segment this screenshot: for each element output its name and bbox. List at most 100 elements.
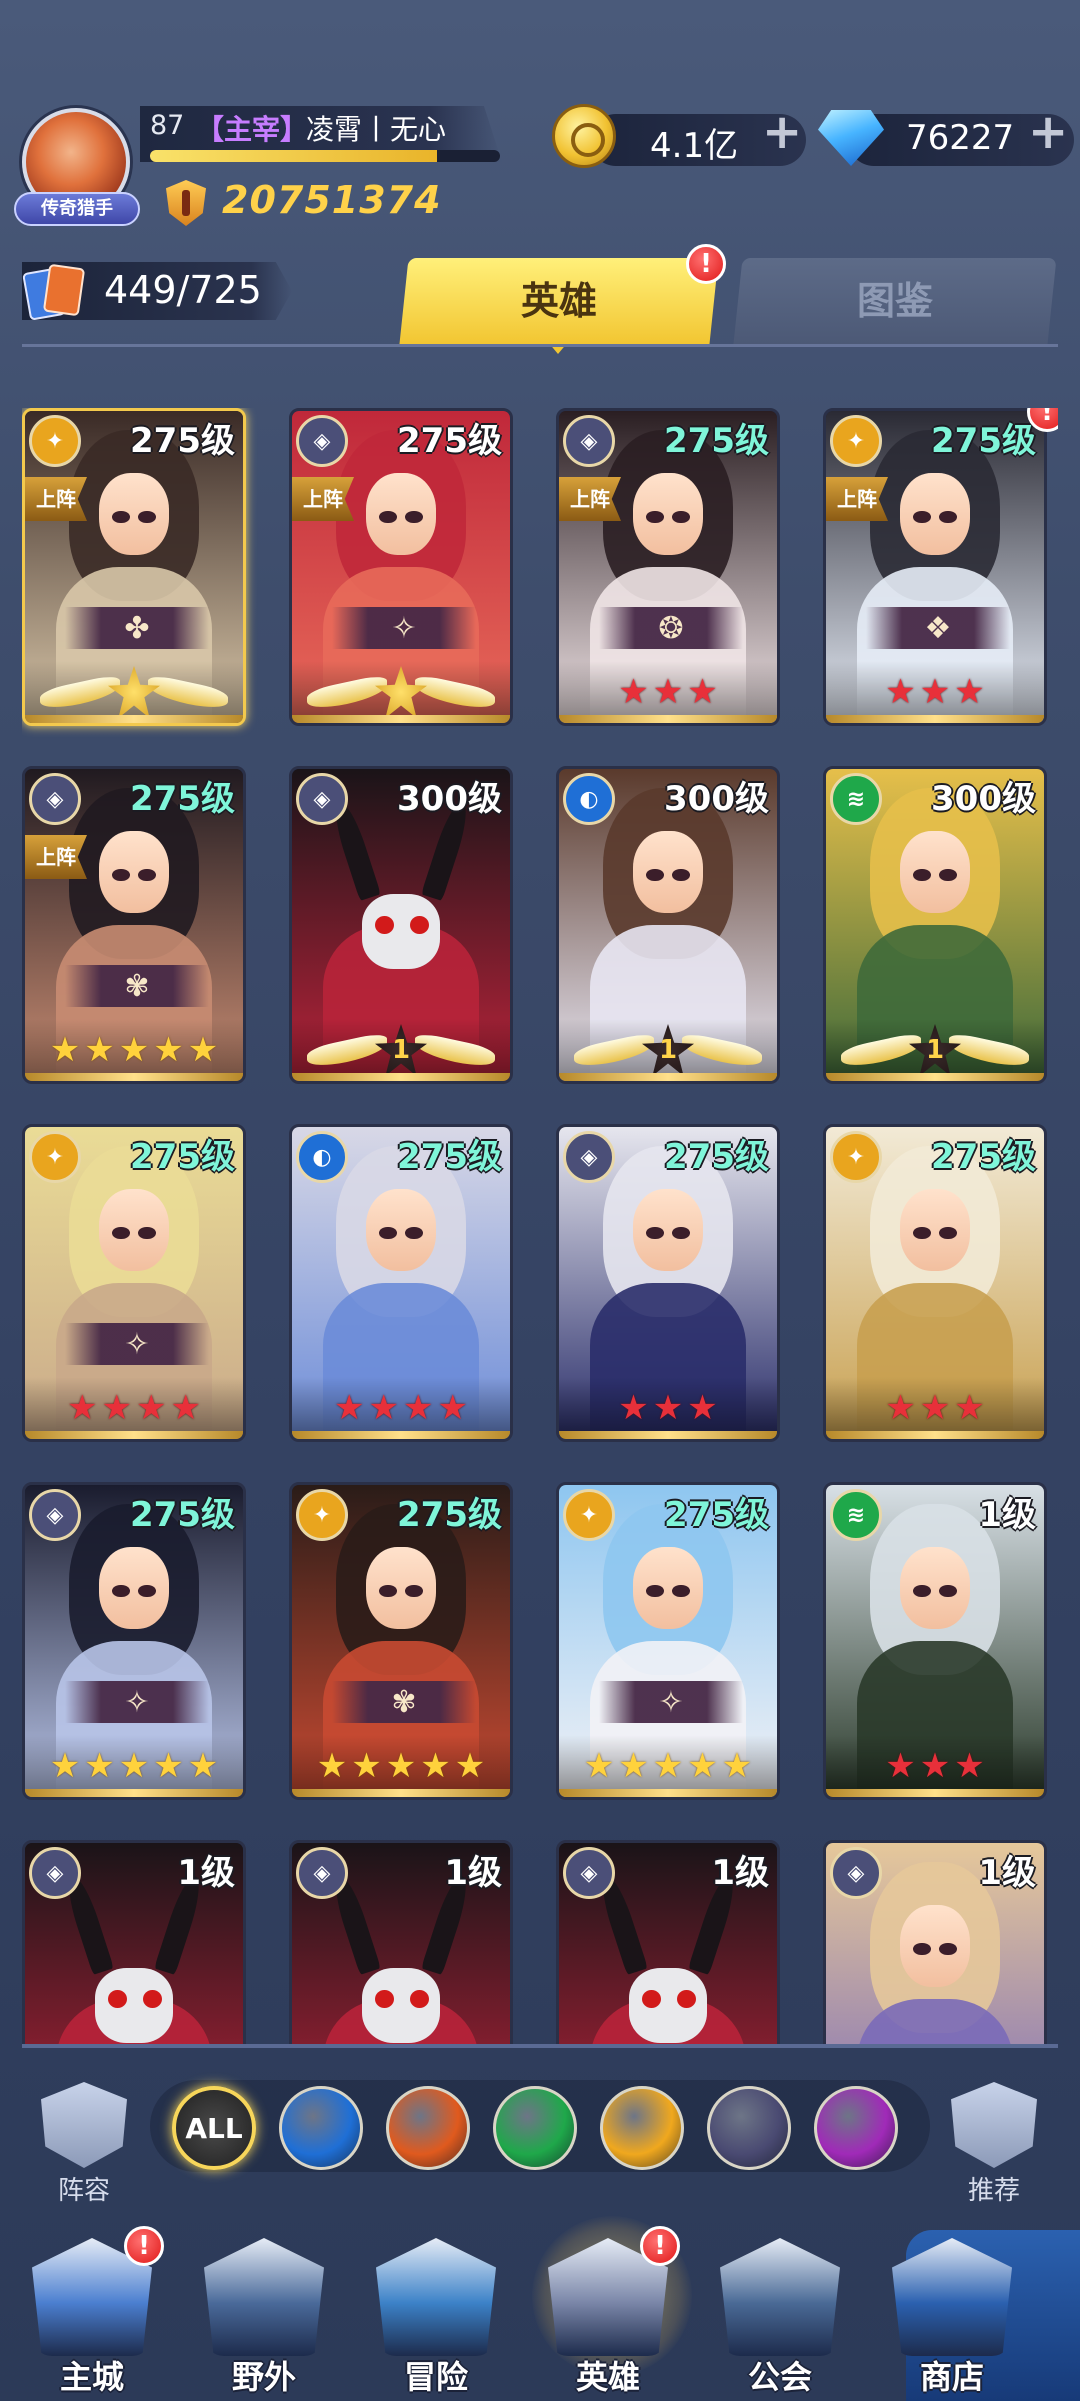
hero-card[interactable]: ◐ 300级 1	[556, 766, 780, 1084]
star-icon: ★	[687, 1746, 718, 1786]
player-title-badge: 传奇猎手	[14, 192, 140, 226]
star-icon: ★	[316, 1746, 348, 1786]
hero-face	[99, 831, 169, 913]
filter-void-chip[interactable]	[707, 2086, 791, 2170]
hero-card[interactable]: ◈ 1级	[823, 1840, 1047, 2044]
card-frame	[559, 1431, 777, 1439]
hero-card[interactable]: ◈ 300级 1	[289, 766, 513, 1084]
nav-city-label: 主城	[59, 2358, 124, 2396]
filter-divider	[22, 2044, 1058, 2048]
add-diamond-button[interactable]: +	[1028, 104, 1068, 160]
card-frame	[559, 1789, 777, 1797]
star-icon: ★	[170, 1388, 201, 1428]
winged-star-badge	[34, 664, 234, 720]
hero-level: 1级	[444, 1853, 502, 1893]
nav-heroes-label: 英雄	[575, 2358, 640, 2396]
hero-level: 1级	[177, 1853, 235, 1893]
hero-level: 275级	[130, 779, 235, 819]
hero-emblem: ❂	[599, 607, 743, 649]
hero-rating: ★ ★ ★	[826, 1735, 1044, 1797]
player-role: 【主宰】	[196, 113, 309, 146]
nav-adventure[interactable]: 冒险	[366, 2238, 506, 2398]
player-name: 凌霄丨无心	[306, 113, 447, 146]
star-icon: ★	[334, 1388, 365, 1428]
hero-card[interactable]: ✦ 275级 ✧ ★ ★ ★ ★	[22, 1124, 246, 1442]
hero-card[interactable]: ✦ 275级 ✾ ★ ★ ★ ★ ★	[289, 1482, 513, 1800]
star-icon: ★	[153, 1746, 184, 1786]
hero-card[interactable]: ◐ 275级 ★ ★ ★ ★	[289, 1124, 513, 1442]
recommend-button[interactable]: 推荐	[944, 2082, 1044, 2207]
star-icon: ★	[919, 1746, 951, 1786]
winged-star-badge: 1	[835, 1022, 1035, 1078]
hero-card[interactable]: ◈ 275级 ✧ ★ ★ ★ ★ ★	[22, 1482, 246, 1800]
hero-emblem: ✧	[65, 1323, 209, 1365]
hero-card[interactable]: ◈ 1级	[22, 1840, 246, 2044]
star-icon: ★	[385, 1746, 417, 1786]
hero-face	[366, 1189, 436, 1271]
hero-eye	[672, 510, 690, 524]
nav-guild[interactable]: 公会	[710, 2238, 850, 2398]
hero-face	[361, 893, 441, 969]
hero-card[interactable]: ✦ 275级 上阵 ✤	[22, 408, 246, 726]
filter-dark-chip[interactable]	[814, 2086, 898, 2170]
hero-face	[99, 1189, 169, 1271]
filter-light-chip[interactable]	[600, 2086, 684, 2170]
hero-eye	[646, 868, 664, 882]
hero-rating: ★ ★ ★	[826, 661, 1044, 723]
hero-card[interactable]: ◈ 275级 上阵 ✧	[289, 408, 513, 726]
hero-face	[900, 1905, 970, 1987]
hero-eye	[646, 510, 664, 524]
nav-wild-label: 野外	[231, 2358, 296, 2396]
hero-rating: 1	[559, 1019, 777, 1081]
power-icon	[166, 180, 206, 226]
hero-face	[633, 1189, 703, 1271]
hero-card[interactable]: ✦ 275级 ✧ ★ ★ ★ ★ ★	[556, 1482, 780, 1800]
hero-level: 275级	[397, 421, 502, 461]
hero-eye	[405, 1226, 423, 1240]
hero-card[interactable]: ◈ 1级	[289, 1840, 513, 2044]
star-icon: ★	[885, 672, 916, 712]
hero-card[interactable]: ✦ 275级 ★ ★ ★	[823, 1124, 1047, 1442]
hero-rating: ★ ★ ★ ★ ★	[25, 1019, 243, 1081]
faction-void-icon: ◈	[563, 1131, 615, 1183]
hero-level: 1级	[978, 1495, 1036, 1535]
filter-water-chip[interactable]	[279, 2086, 363, 2170]
nav-wild[interactable]: 野外	[194, 2238, 334, 2398]
hero-emblem: ✤	[65, 607, 209, 649]
star-icon: ★	[368, 1388, 399, 1428]
add-gold-button[interactable]: +	[762, 104, 802, 160]
filter-fire-chip[interactable]	[386, 2086, 470, 2170]
exp-bar-fill	[150, 150, 437, 162]
hero-card[interactable]: ≋ 300级 1	[823, 766, 1047, 1084]
hero-card[interactable]: ◈ 275级 上阵 ❂ ★ ★ ★	[556, 408, 780, 726]
hero-face	[366, 473, 436, 555]
hero-card[interactable]: ◈ 1级	[556, 1840, 780, 2044]
hero-rating: ★ ★ ★ ★ ★	[25, 1735, 243, 1797]
faction-void-icon: ◈	[296, 1847, 348, 1899]
faction-light-icon: ✦	[29, 1131, 81, 1183]
hero-card[interactable]: ◈ 275级 上阵 ✾ ★ ★ ★ ★ ★	[22, 766, 246, 1084]
wing-left	[307, 1031, 387, 1071]
hero-face	[900, 831, 970, 913]
wing-right	[682, 1031, 762, 1071]
hero-eye	[112, 1226, 130, 1240]
filter-all-chip[interactable]: ALL	[172, 2086, 256, 2170]
winged-star-badge: 1	[568, 1022, 768, 1078]
hero-card[interactable]: ≋ 1级 ★ ★ ★	[823, 1482, 1047, 1800]
faction-void-icon: ◈	[830, 1847, 882, 1899]
hero-emblem: ✧	[65, 1681, 209, 1723]
hero-card[interactable]: ◈ 275级 ★ ★ ★	[556, 1124, 780, 1442]
nav-adventure-label: 冒险	[403, 2358, 468, 2396]
star-icon: ★	[49, 1746, 81, 1786]
filter-nature-chip[interactable]	[493, 2086, 577, 2170]
star-icon: ★	[652, 672, 684, 712]
hero-rating: ★ ★ ★ ★	[292, 1377, 510, 1439]
tab-codex[interactable]: 图鉴	[733, 258, 1057, 344]
lineup-button[interactable]: 阵容	[34, 2082, 134, 2207]
hero-eye	[112, 1584, 130, 1598]
hero-card[interactable]: ✦ 275级 上阵 ❖ ★ ★ ★	[823, 408, 1047, 726]
star-icon: ★	[954, 1746, 985, 1786]
nav-shop[interactable]: 商店	[882, 2238, 1022, 2398]
tab-heroes[interactable]: 英雄	[399, 258, 719, 344]
faction-light-icon: ✦	[830, 1131, 882, 1183]
